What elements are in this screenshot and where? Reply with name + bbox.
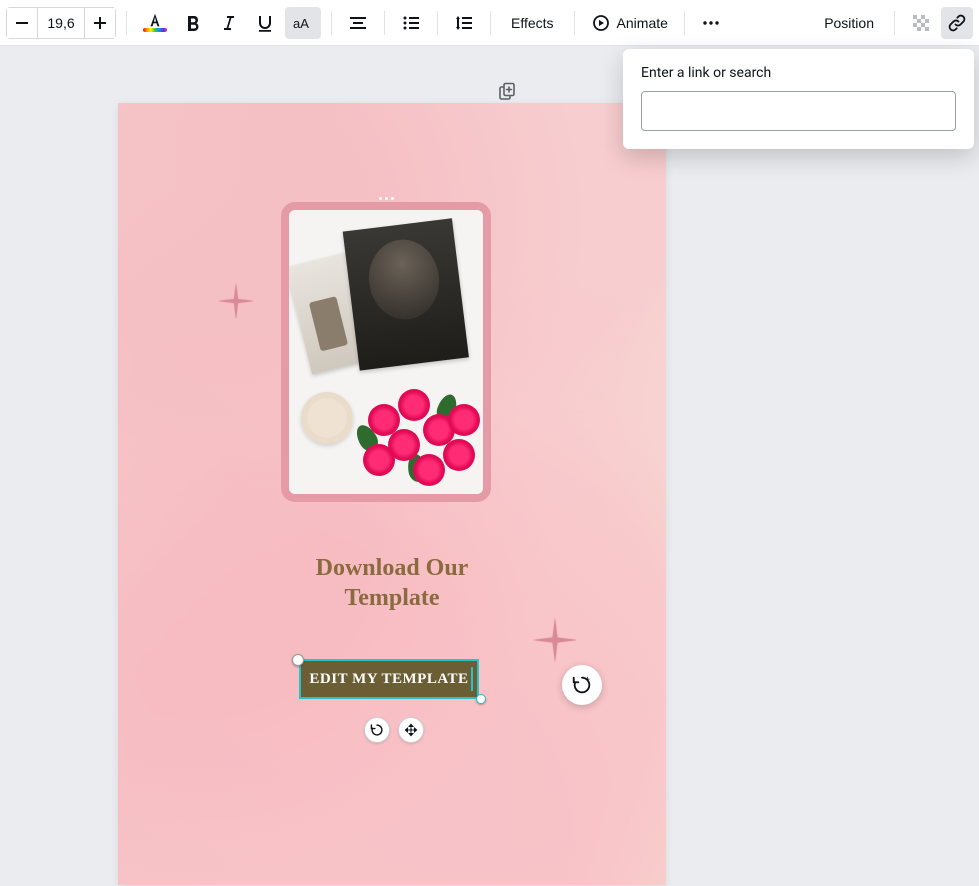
alignment-button[interactable] [342,7,374,39]
minus-icon [15,16,29,30]
position-button[interactable]: Position [814,7,884,39]
animate-icon [591,13,611,33]
design-page[interactable]: Download Our Template EDIT MY TEMPLATE [118,103,666,885]
rainbow-underline-icon [143,28,167,32]
bullet-list-icon [401,13,421,33]
link-popover-label: Enter a link or search [641,65,956,81]
divider [331,11,332,35]
sparkle-decoration [533,618,577,662]
font-size-stepper [6,7,116,39]
bold-button[interactable] [177,7,209,39]
font-size-decrease-button[interactable] [7,8,37,38]
link-button[interactable] [941,7,973,39]
svg-text:+: + [585,675,590,685]
element-floating-controls [364,717,424,743]
text-toolbar: aA Effects Animate Position [0,0,979,46]
resize-handle-left[interactable] [292,654,304,666]
letter-case-icon: aA [291,13,315,33]
canvas-area[interactable]: Download Our Template EDIT MY TEMPLATE + [0,46,979,886]
link-search-input[interactable] [641,91,956,131]
duplicate-icon [497,82,517,102]
divider [574,11,575,35]
more-button[interactable] [695,7,727,39]
underline-button[interactable] [249,7,281,39]
button-text[interactable]: EDIT MY TEMPLATE [309,671,468,688]
heading-line2: Template [344,585,439,611]
spacing-button[interactable] [448,7,480,39]
divider [126,11,127,35]
line-spacing-icon [454,13,474,33]
plus-icon [93,16,107,30]
letter-case-button[interactable]: aA [285,7,321,39]
animate-label: Animate [617,15,668,31]
divider [894,11,895,35]
list-button[interactable] [395,7,427,39]
align-center-icon [348,13,368,33]
selected-text-element[interactable]: EDIT MY TEMPLATE [299,659,479,699]
more-icon [701,13,721,33]
animate-button[interactable]: Animate [585,7,674,39]
sparkle-decoration [218,283,254,319]
rotate-button[interactable] [364,717,390,743]
transparency-icon [911,13,931,33]
divider [437,11,438,35]
text-cursor [471,667,473,691]
move-button[interactable] [398,717,424,743]
font-size-increase-button[interactable] [85,8,115,38]
text-color-button[interactable] [137,7,173,39]
link-icon [947,13,967,33]
tablet-photo [289,210,483,494]
heading-line1: Download Our [316,555,469,581]
transparency-button[interactable] [905,7,937,39]
divider [384,11,385,35]
move-icon [404,723,418,737]
duplicate-page-button[interactable] [494,79,520,105]
tablet-mockup[interactable] [281,202,491,502]
underline-icon [255,13,275,33]
add-comment-fab[interactable]: + [562,665,602,705]
effects-button[interactable]: Effects [501,7,564,39]
refresh-plus-icon: + [571,674,593,696]
divider [490,11,491,35]
italic-icon [219,13,239,33]
heading-text[interactable]: Download Our Template [118,553,666,613]
italic-button[interactable] [213,7,245,39]
rotate-icon [370,723,384,737]
bold-icon [183,13,203,33]
font-size-input[interactable] [37,8,85,38]
link-popover: Enter a link or search [623,49,974,149]
svg-text:aA: aA [293,16,309,31]
resize-handle-right[interactable] [476,694,486,704]
divider [684,11,685,35]
text-color-icon [145,12,165,30]
